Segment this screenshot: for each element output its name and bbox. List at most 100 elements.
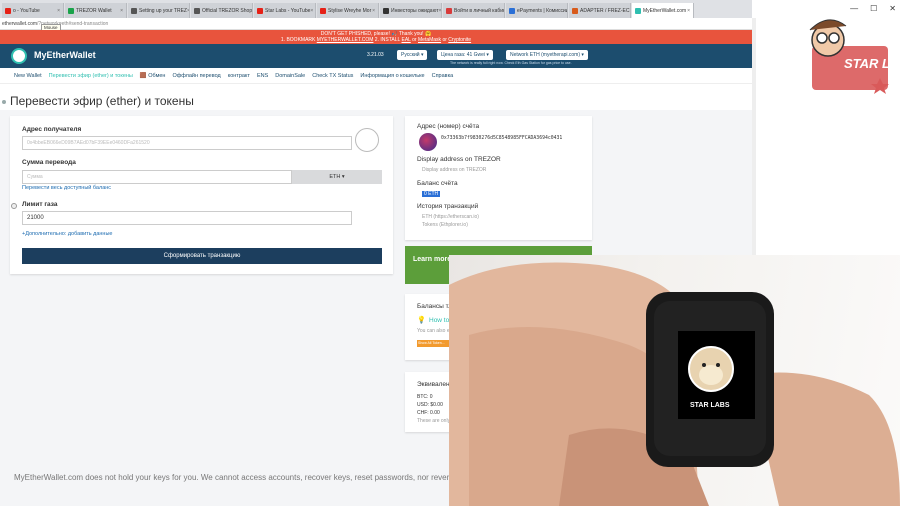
tab-label: TREZOR Wallet [76, 7, 112, 14]
tab-label: ADAPTER / FREZ-ECI [580, 7, 631, 14]
currency-dropdown[interactable]: ETH ▾ [292, 170, 382, 184]
banner-line-2: 1. BOOKMARK MYETHERWALLET.COM 2. INSTALL… [0, 37, 752, 43]
banner-step-1: 1. BOOKMARK [280, 37, 317, 43]
tab-close-icon[interactable]: × [310, 8, 313, 14]
language-select[interactable]: Русский ▾ [397, 50, 428, 60]
address-identicon [355, 128, 379, 152]
tab-close-icon[interactable]: × [57, 8, 60, 14]
chf-value: CHF: 0.00 [417, 410, 440, 416]
nav-item[interactable]: Информация о кошельке [360, 73, 424, 79]
browser-tab[interactable]: Инвесторы ожидают × [380, 3, 442, 18]
nav-item[interactable]: Справка [432, 73, 454, 79]
tab-label: o - YouTube [13, 7, 40, 14]
tab-favicon-icon [5, 7, 11, 14]
browser-tab[interactable]: MyEtherWallet.com × [632, 3, 694, 18]
account-address-value: 0x73363b7f9830276d5C8548985FFCADA3694c04… [441, 136, 563, 141]
site-header: MyEtherWallet 3.21.03 Русский ▾ Цена газ… [0, 44, 752, 68]
nav-item[interactable]: контракт [228, 73, 250, 79]
amount-label: Сумма перевода [22, 159, 76, 166]
site-logo-text[interactable]: MyEtherWallet [34, 50, 96, 60]
nav-item[interactable]: Check TX Status [312, 73, 353, 79]
tab-favicon-icon [68, 7, 74, 14]
title-bullet-icon [2, 100, 6, 104]
account-address-label: Адрес (номер) счёта [417, 123, 480, 130]
network-select[interactable]: Network ETH (myetherapi.com) ▾ [506, 50, 588, 60]
tx-history-label: История транзакций [417, 203, 479, 210]
tab-label: Official TREZOR Shop [202, 7, 253, 14]
tab-label: Stylise Wreyhe Mor [328, 7, 372, 14]
browser-tab[interactable]: o - YouTube × [2, 3, 64, 18]
network-status-note: The network is really full right now. Ch… [450, 61, 572, 65]
tab-close-icon[interactable]: × [187, 8, 189, 14]
tab-label: Star Labs - YouTube [265, 7, 311, 14]
device-screen-label: STAR LABS [690, 402, 730, 409]
send-entire-balance-link[interactable]: Перевести весь доступный баланс [22, 185, 111, 191]
banner-or: or [410, 37, 418, 43]
footer-disclaimer: MyEtherWallet.com does not hold your key… [14, 473, 506, 482]
browser-tab-bar: o - YouTube × TREZOR Wallet × Setting up you… [0, 0, 752, 18]
account-identicon [419, 133, 437, 151]
browser-tab[interactable]: TREZOR Wallet × [65, 3, 127, 18]
tab-label: Войти в личный кабинет [454, 7, 504, 14]
tab-favicon-icon [320, 7, 326, 14]
metamask-link[interactable]: MetaMask [418, 37, 441, 43]
balance-value: 0 ETH [422, 191, 441, 197]
send-form-card: Адрес получателя 0x4bbeEB066eD09B7AEd07b… [10, 116, 393, 274]
tab-favicon-icon [257, 7, 263, 14]
banner-step-2: 2. INSTALL [373, 37, 402, 43]
etherscan-link[interactable]: ETH (https://etherscan.io) [422, 214, 479, 220]
tab-label: Setting up your TREZ [139, 7, 187, 14]
bookmark-link[interactable]: MYETHERWALLET.COM [317, 37, 374, 43]
main-nav: New Wallet Перевести эфир (ether) и токен… [0, 68, 752, 84]
advanced-data-link[interactable]: +Дополнительно: добавить данные [22, 231, 112, 237]
display-address-link[interactable]: Display address on TREZOR [422, 167, 486, 173]
camera-overlay: STAR LABS [449, 255, 900, 506]
tab-favicon-icon [635, 7, 641, 14]
nav-item[interactable]: Оффлайн перевод [172, 73, 220, 79]
gas-limit-input[interactable]: 21000 [22, 211, 352, 225]
mew-logo-icon[interactable] [11, 48, 27, 64]
tab-close-icon[interactable]: × [120, 8, 123, 14]
tab-label: ePayments | Комиссии [517, 7, 568, 14]
cryptonite-link[interactable]: Cryptonite [448, 37, 471, 43]
nav-item[interactable]: 🟫 Обмен [140, 73, 166, 79]
browser-tab[interactable]: ADAPTER / FREZ-ECI× [569, 3, 631, 18]
nav-item[interactable]: DomainSale [275, 73, 305, 79]
recipient-input[interactable]: 0x4bbeEB066eD09B7AEd07bF39EEe0460DFa2615… [22, 136, 352, 150]
browser-tab[interactable]: Stylise Wreyhe Mor × [317, 3, 379, 18]
phishing-warning-banner: DON'T GET PHISHED, please! 🎣 Thank you! … [0, 30, 752, 44]
tab-label: Инвесторы ожидают [391, 7, 439, 14]
version-label: 3.21.03 [367, 52, 384, 58]
page-title: Перевести эфир (ether) и токены [10, 94, 194, 108]
tab-favicon-icon [383, 7, 389, 14]
url-host: etherwallet.com [2, 20, 38, 27]
ethplorer-link[interactable]: Tokens (Ethplorer.io) [422, 222, 468, 228]
account-info-card: Адрес (номер) счёта 0x73363b7f9830276d5C… [405, 116, 592, 240]
address-bar[interactable]: etherwallet.com /?network=eth#send-trans… [0, 18, 752, 30]
eal-link[interactable]: EAL [402, 37, 411, 43]
star-labs-logo: STAR LABS [809, 19, 892, 94]
tab-favicon-icon [572, 7, 578, 14]
nav-item[interactable]: New Wallet [14, 73, 42, 79]
nav-item[interactable]: ENS [257, 73, 268, 79]
btc-value: BTC: 0 [417, 394, 433, 400]
generate-transaction-button[interactable]: Сформировать транзакцию [22, 248, 382, 264]
gas-price-select[interactable]: Цена газа: 41 Gwei ▾ [437, 50, 493, 60]
browser-tab[interactable]: Войти в личный кабинет× [443, 3, 505, 18]
tab-favicon-icon [446, 7, 452, 14]
lightbulb-icon: 💡 [417, 317, 426, 324]
tab-close-icon[interactable]: × [439, 8, 441, 14]
tab-favicon-icon [194, 7, 200, 14]
tab-close-icon[interactable]: × [372, 8, 375, 14]
browser-tab[interactable]: Setting up your TREZ × [128, 3, 190, 18]
gas-radio[interactable] [11, 203, 17, 209]
tab-close-icon[interactable]: × [687, 8, 690, 14]
tab-label: MyEtherWallet.com [643, 7, 687, 14]
trezor-device-photo: STAR LABS [449, 262, 900, 506]
nav-item[interactable]: Перевести эфир (ether) и токены [49, 73, 133, 79]
browser-tab[interactable]: Official TREZOR Shop× [191, 3, 253, 18]
browser-tab[interactable]: Star Labs - YouTube × [254, 3, 316, 18]
tab-close-icon[interactable]: × [252, 8, 253, 14]
browser-tab[interactable]: ePayments | Комиссии× [506, 3, 568, 18]
amount-input[interactable]: Сумма [22, 170, 292, 184]
